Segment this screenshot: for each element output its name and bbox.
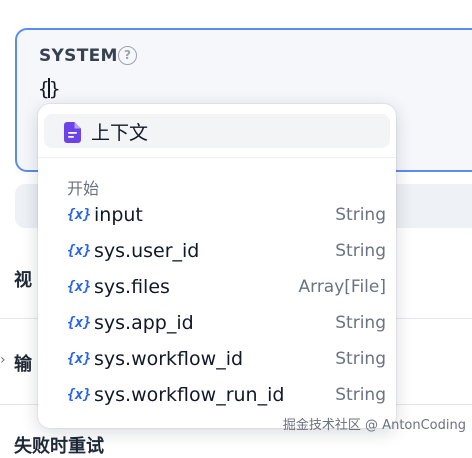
variable-icon: {x} <box>67 243 91 259</box>
popup-divider <box>38 157 396 158</box>
variable-type: String <box>335 313 386 333</box>
help-icon[interactable]: ? <box>118 46 137 65</box>
variable-name: sys.workflow_run_id <box>94 384 285 406</box>
variable-icon: {x} <box>67 351 91 367</box>
background-section-label: 输 <box>14 354 32 375</box>
variable-option[interactable]: {x} sys.workflow_id String <box>38 344 396 380</box>
variable-name: input <box>94 204 143 226</box>
editor-content[interactable]: {} <box>38 78 60 100</box>
chevron-right-icon[interactable]: › <box>0 352 6 368</box>
variable-type: Array[File] <box>298 277 387 297</box>
variable-option[interactable]: {x} sys.files Array[File] <box>38 272 396 308</box>
variable-name: sys.user_id <box>94 240 200 262</box>
variable-picker-dropdown: 上下文 开始 {x} input String {x} sys.user_id … <box>38 104 396 428</box>
variable-icon: {x} <box>67 279 91 295</box>
editor-text: {} <box>38 78 61 100</box>
variable-option[interactable]: {x} input String <box>38 200 396 236</box>
text-caret <box>48 78 50 98</box>
variable-type: String <box>335 385 386 405</box>
variable-option[interactable]: {x} sys.user_id String <box>38 236 396 272</box>
variable-icon: {x} <box>67 207 91 223</box>
variable-name: sys.workflow_id <box>94 348 244 370</box>
variable-type: String <box>335 205 386 225</box>
section-label-start: 开始 <box>67 179 100 198</box>
variable-option[interactable]: {x} sys.workflow_run_id String <box>38 380 396 416</box>
background-section-label: 视 <box>14 270 32 291</box>
variable-type: String <box>335 349 386 369</box>
context-option[interactable]: 上下文 <box>44 114 390 148</box>
context-option-label: 上下文 <box>91 122 149 144</box>
variable-icon: {x} <box>67 387 91 403</box>
document-icon <box>64 122 81 143</box>
variable-option[interactable]: {x} sys.app_id String <box>38 308 396 344</box>
variable-name: sys.app_id <box>94 312 194 334</box>
variable-icon: {x} <box>67 315 91 331</box>
system-title: SYSTEM <box>39 46 118 66</box>
variable-name: sys.files <box>94 276 170 298</box>
variable-type: String <box>335 241 386 261</box>
retry-on-failure-label: 失败时重试 <box>14 436 104 457</box>
watermark: 掘金技术社区 @ AntonCoding <box>282 418 466 433</box>
